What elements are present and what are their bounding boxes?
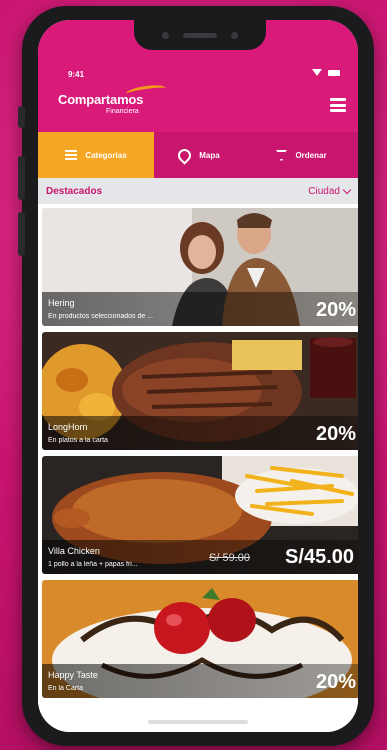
old-price: S/ 59.00	[209, 552, 250, 564]
funnel-icon	[275, 149, 288, 161]
offer-desc: En la Carta	[48, 685, 84, 692]
offer-desc: 1 pollo a la leña + papas fri...	[48, 561, 138, 568]
home-indicator[interactable]	[148, 720, 248, 724]
new-price: S/45.00	[285, 546, 354, 568]
hamburger-menu-icon[interactable]	[330, 98, 346, 112]
phone-frame: 9:41 Compartamos Financiera Categorias M…	[18, 6, 374, 746]
status-time: 9:41	[68, 70, 85, 79]
status-icons	[312, 69, 340, 76]
discount-badge: 20%	[315, 423, 356, 445]
filter-icon	[65, 150, 78, 160]
tab-categorias[interactable]: Categorias	[38, 132, 154, 178]
discount-badge: 20%	[315, 299, 356, 321]
speaker-icon	[183, 32, 217, 38]
notch	[134, 20, 266, 50]
offers-list: Hering En productos seleccionados de ...…	[38, 204, 358, 732]
tab-label: Ordenar	[295, 150, 327, 160]
chevron-down-icon	[342, 185, 352, 194]
offer-desc: En productos seleccionados de ...	[48, 313, 154, 320]
tab-ordenar[interactable]: Ordenar	[244, 132, 358, 178]
tab-label: Mapa	[199, 150, 220, 160]
battery-icon	[328, 69, 340, 76]
tab-mapa[interactable]: Mapa	[154, 132, 244, 178]
offer-card-happy-taste[interactable]: Happy Taste En la Carta 20%	[42, 580, 358, 698]
city-dropdown[interactable]: Ciudad	[308, 185, 352, 197]
camera-icon	[162, 31, 169, 39]
city-label: Ciudad	[308, 185, 340, 197]
map-pin-icon	[175, 145, 194, 165]
mute-switch	[18, 106, 25, 128]
discount-badge: 20%	[315, 671, 356, 693]
card-overlay	[42, 416, 358, 450]
section-title: Destacados	[46, 185, 103, 197]
logo-swoosh-icon	[125, 83, 167, 99]
wifi-icon	[312, 69, 322, 76]
offer-name: Happy Taste	[48, 670, 98, 680]
offer-desc: En platos a la carta	[48, 437, 108, 444]
filter-tabs: Categorias Mapa Ordenar	[38, 132, 358, 178]
offer-name: Villa Chicken	[48, 546, 100, 556]
offer-card-villa-chicken[interactable]: Villa Chicken 1 pollo a la leña + papas …	[42, 456, 358, 574]
brand-logo[interactable]: Compartamos Financiera	[58, 83, 167, 115]
section-bar: Destacados Ciudad	[38, 178, 358, 204]
tab-label: Categorias	[85, 150, 127, 160]
offer-name: Hering	[48, 298, 75, 308]
brand-sub: Financiera	[106, 108, 139, 115]
offer-name: LongHorn	[48, 422, 88, 432]
offer-card-hering[interactable]: Hering En productos seleccionados de ...…	[42, 208, 358, 326]
card-overlay	[42, 292, 358, 326]
volume-down-button	[18, 212, 25, 256]
offer-card-longhorn[interactable]: LongHorn En platos a la carta 20%	[42, 332, 358, 450]
phone-screen: 9:41 Compartamos Financiera Categorias M…	[38, 20, 358, 732]
volume-up-button	[18, 156, 25, 200]
sensor-icon	[231, 31, 238, 39]
